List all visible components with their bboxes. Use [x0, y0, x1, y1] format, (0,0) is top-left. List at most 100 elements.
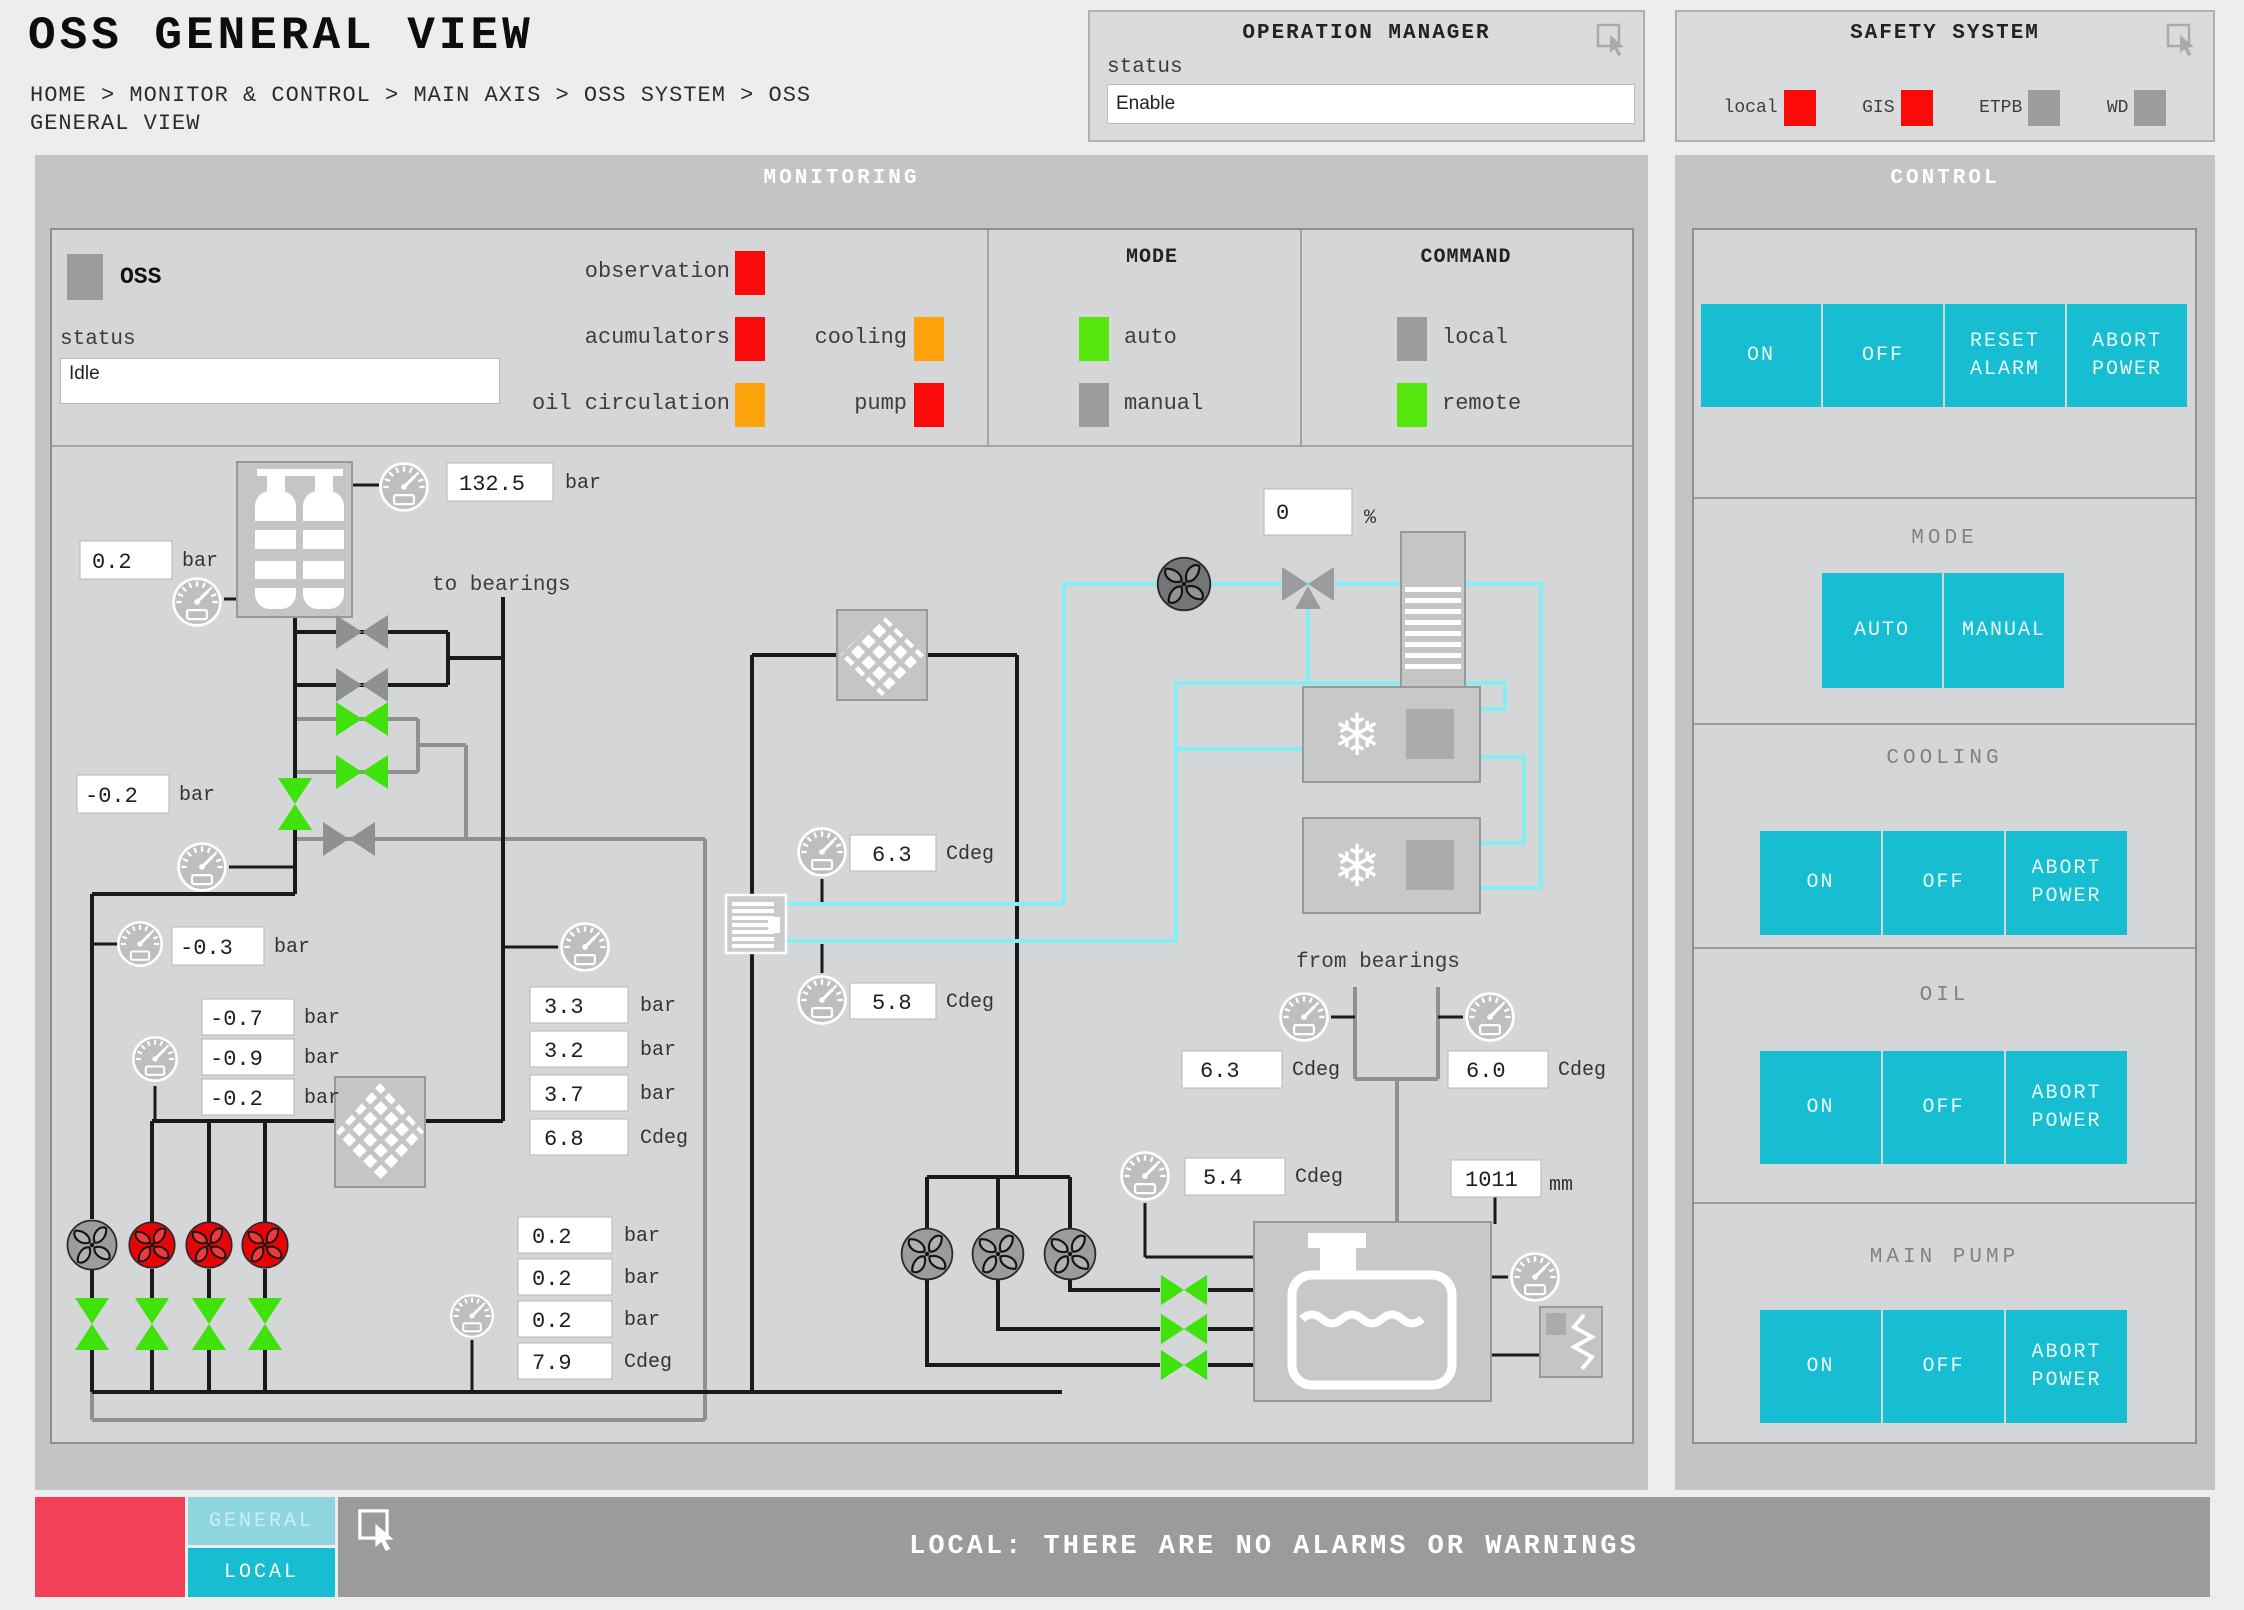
gauge-icon: [133, 1037, 176, 1080]
value-acc-pressure: 132.5: [459, 472, 525, 497]
gauge-icon: [451, 1295, 493, 1337]
indicator-label-pump: pump: [757, 391, 907, 416]
om-status-field[interactable]: Enable: [1107, 84, 1635, 124]
detach-window-icon[interactable]: [1595, 22, 1629, 56]
alarm-color-block: [35, 1497, 185, 1597]
tab-general[interactable]: GENERAL: [188, 1497, 335, 1545]
value-pump-2: 0.2: [532, 1267, 572, 1292]
alarm-message: LOCAL: THERE ARE NO ALARMS OR WARNINGS: [338, 1532, 2210, 1562]
oss-general-view-screen: OSS GENERAL VIEW HOME > MONITOR & CONTRO…: [0, 0, 2244, 1610]
tab-local[interactable]: LOCAL: [188, 1548, 335, 1597]
valve-icon: [336, 668, 388, 702]
oil-off-button[interactable]: OFF: [1883, 1051, 2004, 1164]
pump-motor-icon: [68, 1221, 117, 1270]
safety-indicator-label: WD: [2107, 98, 2129, 118]
status-lamp: [1901, 90, 1933, 126]
safety-indicator-wd: WD: [2107, 90, 2167, 126]
valve-icon: [323, 822, 375, 856]
value-oil-temp-upper: 6.3: [872, 843, 912, 868]
abort-power-button[interactable]: ABORT POWER: [2067, 304, 2187, 407]
safety-system-panel: SAFETY SYSTEM local GIS ETPB WD: [1675, 10, 2215, 142]
unit-label: bar: [624, 1225, 660, 1248]
cooling-abort-power-button[interactable]: ABORT POWER: [2006, 831, 2127, 935]
mode-auto-label: auto: [1124, 325, 1177, 350]
circulation-pump-icon: [973, 1229, 1024, 1280]
safety-indicator-row: local GIS ETPB WD: [1677, 90, 2213, 126]
gauge-icon: [1512, 1254, 1559, 1301]
valve-icon: [278, 778, 312, 830]
breadcrumb[interactable]: HOME > MONITOR & CONTROL > MAIN AXIS > O…: [30, 82, 811, 138]
safety-indicator-label: ETPB: [1979, 98, 2022, 118]
status-lamp-cooling: [914, 317, 944, 361]
control-title: CONTROL: [1675, 167, 2215, 190]
control-section-oil: OIL ON OFF ABORT POWER: [1694, 947, 2195, 1202]
unit-label: bar: [304, 1047, 340, 1070]
plate-heat-exchanger: [726, 895, 786, 953]
valve-icon: [1161, 1350, 1207, 1380]
value-suction-3: -0.2: [210, 1087, 263, 1112]
indicator-label-acumulators: acumulators: [452, 325, 730, 350]
value-supply-2: 3.2: [544, 1039, 584, 1064]
page-title: OSS GENERAL VIEW: [28, 10, 534, 62]
oss-status-section: OSS status Idle observation acumulators …: [52, 230, 1632, 447]
control-valve-icon: [1282, 567, 1334, 609]
valve-icon: [75, 1298, 109, 1350]
value-pump-1: 0.2: [532, 1225, 572, 1250]
value-inlet-top: 0.2: [92, 550, 132, 575]
oil-filter: [837, 610, 927, 700]
oss-label: OSS: [120, 264, 161, 290]
pump-filter: [335, 1077, 425, 1187]
oil-abort-power-button[interactable]: ABORT POWER: [2006, 1051, 2127, 1164]
unit-label: Cdeg: [640, 1127, 688, 1150]
cooling-off-button[interactable]: OFF: [1883, 831, 2004, 935]
snowflake-icon: ❄: [1333, 832, 1382, 900]
divider: [1300, 230, 1302, 447]
gauge-icon: [1281, 994, 1328, 1041]
reset-alarm-button[interactable]: RESET ALARM: [1945, 304, 2065, 407]
valve-icon: [1161, 1314, 1207, 1344]
detach-window-icon[interactable]: [2165, 22, 2199, 56]
value-supply-1: 3.3: [544, 995, 584, 1020]
safety-indicator-local: local: [1724, 90, 1816, 126]
control-section-cooling: COOLING ON OFF ABORT POWER: [1694, 723, 2195, 947]
safety-system-title: SAFETY SYSTEM: [1677, 22, 2213, 45]
value-pump-3: 0.2: [532, 1309, 572, 1334]
safety-indicator-label: local: [1724, 98, 1778, 118]
gauge-icon: [118, 922, 161, 965]
value-bearing-return-right: 6.0: [1466, 1059, 1506, 1084]
section-label-main-pump: MAIN PUMP: [1694, 1246, 2195, 1269]
unit-label: mm: [1549, 1174, 1573, 1197]
status-lamp-manual: [1079, 383, 1109, 427]
unit-label: bar: [179, 784, 215, 807]
unit-label: bar: [304, 1007, 340, 1030]
tank-heater: [1540, 1307, 1602, 1377]
status-lamp-remote: [1397, 383, 1427, 427]
value-oil-temp-lower: 5.8: [872, 991, 912, 1016]
oss-status-field[interactable]: Idle: [60, 358, 500, 404]
power-on-button[interactable]: ON: [1701, 304, 1821, 407]
valve-icon: [135, 1298, 169, 1350]
safety-indicator-label: GIS: [1862, 98, 1894, 118]
unit-label: bar: [640, 1083, 676, 1106]
status-lamp: [1784, 90, 1816, 126]
indicator-label-cooling: cooling: [757, 325, 907, 350]
mode-auto-button[interactable]: AUTO: [1822, 573, 1942, 688]
main-pump-off-button[interactable]: OFF: [1883, 1310, 2004, 1423]
oss-status-label: status: [60, 328, 136, 351]
main-pump-abort-power-button[interactable]: ABORT POWER: [2006, 1310, 2127, 1423]
cooling-on-button[interactable]: ON: [1760, 831, 1881, 935]
mode-manual-button[interactable]: MANUAL: [1944, 573, 2064, 688]
chiller-unit-2: ❄: [1303, 818, 1480, 913]
power-off-button[interactable]: OFF: [1823, 304, 1943, 407]
unit-label: bar: [640, 995, 676, 1018]
section-label-mode: MODE: [1694, 527, 2195, 550]
unit-label: Cdeg: [1292, 1059, 1340, 1082]
gauge-icon: [174, 579, 221, 626]
main-pump-on-button[interactable]: ON: [1760, 1310, 1881, 1423]
unit-label: bar: [565, 472, 601, 495]
oil-on-button[interactable]: ON: [1760, 1051, 1881, 1164]
unit-label: bar: [624, 1267, 660, 1290]
breadcrumb-line-2: GENERAL VIEW: [30, 110, 811, 138]
control-content: ON OFF RESET ALARM ABORT POWER MODE AUTO…: [1692, 228, 2197, 1444]
unit-label: Cdeg: [1295, 1166, 1343, 1189]
